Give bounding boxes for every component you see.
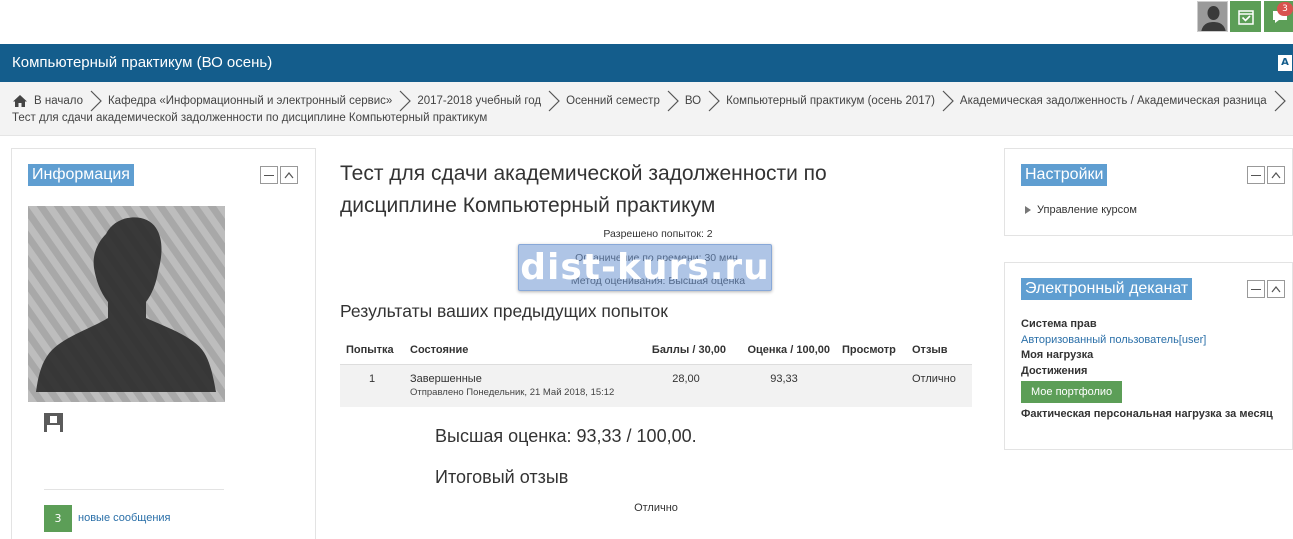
state-cell: Завершенные Отправлено Понедельник, 21 М… <box>404 364 640 407</box>
calendar-check-icon[interactable] <box>1230 1 1261 32</box>
breadcrumb-item[interactable]: Компьютерный практикум (осень 2017) <box>726 92 935 110</box>
collapse-icon[interactable] <box>1247 280 1265 298</box>
chevron-right-icon <box>90 90 102 112</box>
actual-workload-link[interactable]: Фактическая персональная нагрузка за мес… <box>1021 407 1281 423</box>
chevron-right-icon <box>399 90 412 112</box>
submitted-text: Отправлено Понедельник, 21 Май 2018, 15:… <box>410 386 615 398</box>
chevron-right-icon <box>548 90 560 112</box>
dock-icon[interactable] <box>1267 280 1285 298</box>
caret-right-icon <box>1025 206 1031 214</box>
score-cell: 28,00 <box>640 364 732 407</box>
profile-picture <box>28 206 225 402</box>
course-admin-item[interactable]: Управление курсом <box>1025 204 1137 216</box>
table-header: Оценка / 100,00 <box>732 340 836 365</box>
table-header: Попытка <box>340 340 404 365</box>
breadcrumb-home[interactable]: В начало <box>12 92 83 110</box>
breadcrumb-item[interactable]: Академическая задолженность / Академичес… <box>960 92 1267 110</box>
chevron-right-icon <box>1274 90 1286 112</box>
settings-block-title: Настройки <box>1021 164 1108 186</box>
feedback-cell: Отлично <box>906 364 972 407</box>
translate-icon[interactable]: A <box>1278 55 1292 71</box>
workload-link[interactable]: Моя нагрузка <box>1021 348 1281 364</box>
dean-block-title: Электронный деканат <box>1021 278 1193 300</box>
final-feedback-title: Итоговый отзыв <box>435 467 569 487</box>
main-content: Тест для сдачи академической задолженнос… <box>322 148 994 539</box>
breadcrumb: В начало Кафедра «Информационный и элект… <box>0 82 1293 136</box>
state-text: Завершенные <box>410 372 482 385</box>
collapse-icon[interactable] <box>260 166 278 184</box>
rights-link[interactable]: Авторизованный пользователь[user] <box>1021 333 1281 349</box>
course-admin-label: Управление курсом <box>1037 204 1137 216</box>
block-controls <box>1247 280 1285 298</box>
table-header: Баллы / 30,00 <box>640 340 732 365</box>
table-header: Отзыв <box>906 340 972 365</box>
info-block-title: Информация <box>28 164 134 186</box>
home-icon <box>13 95 27 107</box>
settings-block: Настройки Управление курсом <box>1004 148 1293 236</box>
breadcrumb-current[interactable]: Тест для сдачи академической задолженнос… <box>12 112 487 124</box>
results-table: Попытка Состояние Баллы / 30,00 Оценка /… <box>340 340 972 407</box>
divider <box>44 489 224 490</box>
chevron-right-icon <box>667 90 679 112</box>
attempt-cell: 1 <box>340 364 404 407</box>
breadcrumb-item[interactable]: ВО <box>685 92 701 110</box>
page-title: Тест для сдачи академической задолженнос… <box>340 162 827 217</box>
dean-block: Электронный деканат Система прав Авториз… <box>1004 262 1293 450</box>
breadcrumb-item[interactable]: Осенний семестр <box>566 92 660 110</box>
portfolio-button[interactable]: Мое портфолио <box>1021 381 1123 403</box>
watermark: dist-kurs.ru <box>520 247 770 288</box>
grade-cell: 93,33 <box>732 364 836 407</box>
chevron-right-icon <box>708 90 720 112</box>
breadcrumb-item[interactable]: 2017-2018 учебный год <box>417 92 541 110</box>
info-block: Информация 3 новые сообщения <box>11 148 316 539</box>
attempts-allowed: Разрешено попыток: 2 <box>603 228 713 240</box>
block-controls <box>1247 166 1285 184</box>
table-header: Состояние <box>404 340 640 365</box>
results-title: Результаты ваших предыдущих попыток <box>340 301 668 321</box>
breadcrumb-item[interactable]: Кафедра «Информационный и электронный се… <box>108 92 392 110</box>
new-messages-link[interactable]: новые сообщения <box>78 512 171 524</box>
top-bar: 3 <box>0 0 1293 44</box>
dock-icon[interactable] <box>1267 166 1285 184</box>
best-grade: Высшая оценка: 93,33 / 100,00. <box>435 426 697 446</box>
site-title[interactable]: Компьютерный практикум (ВО осень) <box>12 54 272 71</box>
chevron-right-icon <box>942 90 954 112</box>
breadcrumb-label: В начало <box>34 95 83 107</box>
achievements-link[interactable]: Достижения <box>1021 364 1281 380</box>
table-header-row: Попытка Состояние Баллы / 30,00 Оценка /… <box>340 340 972 365</box>
dean-list: Система прав Авторизованный пользователь… <box>1021 317 1281 423</box>
navbar: Компьютерный практикум (ВО осень) A <box>0 44 1293 82</box>
breadcrumb-line: В начало Кафедра «Информационный и элект… <box>12 90 1292 112</box>
block-controls <box>260 166 298 184</box>
user-avatar-icon[interactable] <box>1197 1 1228 32</box>
messages-badge: 3 <box>1277 2 1293 16</box>
review-cell[interactable] <box>836 364 906 407</box>
new-messages-count[interactable]: 3 <box>44 505 72 532</box>
user-icon[interactable] <box>44 413 63 432</box>
rights-label: Система прав <box>1021 318 1097 330</box>
dock-icon[interactable] <box>280 166 298 184</box>
table-row: 1 Завершенные Отправлено Понедельник, 21… <box>340 364 972 407</box>
final-feedback: Отлично <box>634 502 678 514</box>
collapse-icon[interactable] <box>1247 166 1265 184</box>
table-header: Просмотр <box>836 340 906 365</box>
